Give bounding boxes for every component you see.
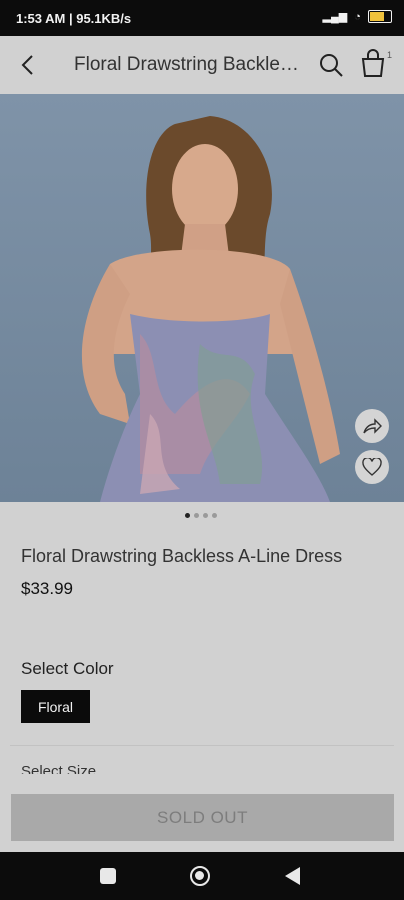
carousel-indicator [185,513,217,518]
color-option-floral[interactable]: Floral [21,690,90,723]
recent-apps-button[interactable] [100,868,116,884]
system-navigation-bar [0,852,404,900]
divider [10,745,394,746]
signal-icon: ▂▄▆ [322,11,348,23]
status-icons: ▂▄▆ ◔ [319,10,392,23]
system-back-button[interactable] [285,867,300,885]
select-size-label: Select Size [21,764,97,774]
product-image-carousel[interactable] [0,94,404,502]
product-photo [81,116,340,502]
product-name: Floral Drawstring Backless A-Line Dress [21,546,343,566]
sold-out-button[interactable]: SOLD OUT [11,794,394,841]
chevron-left-icon [21,55,33,75]
heart-icon [362,458,382,476]
page-title: Floral Drawstring Backless A-Line Dress [74,54,304,75]
search-button[interactable] [316,50,346,80]
cart-button[interactable]: 1 [358,48,392,80]
cart-count-badge: 1 [386,50,392,60]
carousel-dot [194,513,199,518]
carousel-dot-active [185,513,190,518]
back-button[interactable] [14,50,44,80]
status-time: 1:53 AM | 95.1KB/s [16,11,132,26]
favorite-button[interactable] [355,450,389,484]
share-button[interactable] [355,409,389,443]
battery-icon [368,10,392,23]
app-header: Floral Drawstring Backless A-Line Dress … [0,36,404,94]
wifi-icon: ◔ [354,10,361,23]
search-icon [320,54,343,77]
share-icon [363,418,382,434]
status-bar: 1:53 AM | 95.1KB/s ▂▄▆ ◔ [0,0,404,36]
product-price: $33.99 [21,579,73,598]
carousel-dot [203,513,208,518]
home-button[interactable] [190,866,210,886]
select-color-label: Select Color [21,659,114,678]
carousel-dot [212,513,217,518]
shopping-bag-icon [361,49,385,77]
